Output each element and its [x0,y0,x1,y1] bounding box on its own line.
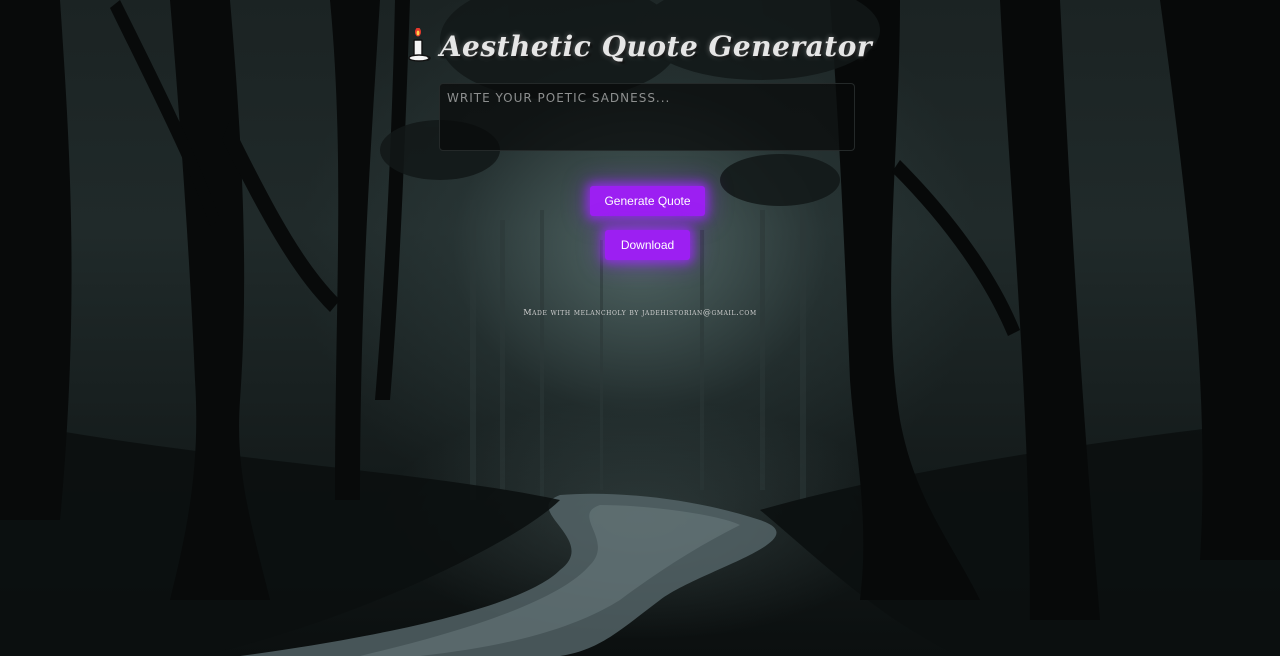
quote-input[interactable] [439,83,855,151]
download-button[interactable]: Download [605,230,690,260]
generate-quote-button[interactable]: Generate Quote [590,186,705,216]
footer-credit: Made with melancholy by jadehistorian@gm… [523,308,757,317]
app-background: Aesthetic Quote Generator Generate Quote… [0,0,1280,656]
candle-icon [408,27,432,69]
page-title-text: Aesthetic Quote Generator [439,30,873,63]
page-title: Aesthetic Quote Generator [0,27,1280,69]
